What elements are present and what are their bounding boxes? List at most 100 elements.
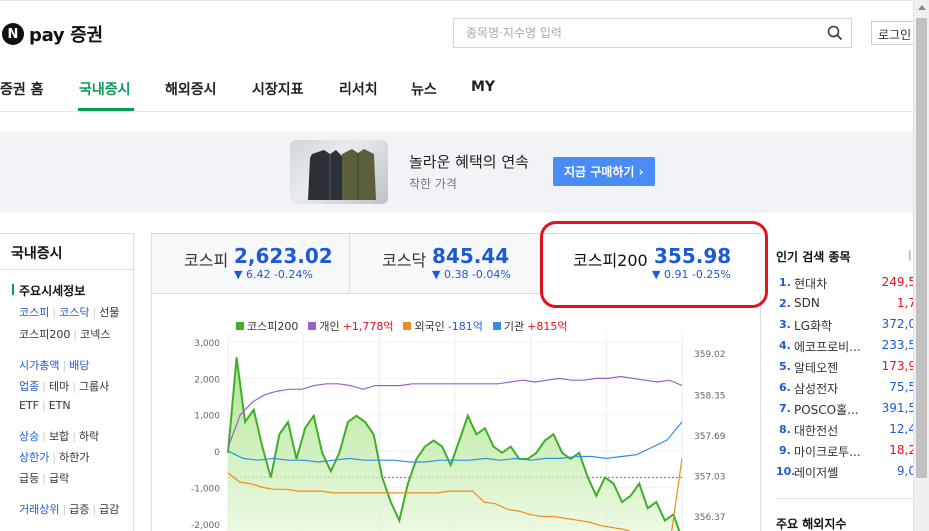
sidebar-link-row: 급등 | 급락 (19, 470, 69, 486)
index-value: 2,623.02 (234, 244, 333, 268)
legend-swatch (236, 322, 244, 330)
sidebar-link[interactable]: 급감 (99, 503, 119, 516)
search-icon[interactable] (827, 25, 843, 41)
tab-my[interactable]: MY (471, 79, 495, 95)
stock-name[interactable]: 삼성전자 (794, 380, 872, 397)
tab-overseas[interactable]: 해외증시 (165, 79, 217, 99)
stock-price: 173,9 (881, 359, 916, 373)
banner-product-image (290, 140, 388, 204)
stock-price: 9,0 (896, 464, 916, 478)
brand-name: pay 증권 (29, 25, 103, 46)
right-tick-label: 359.02 (694, 350, 726, 360)
sidebar-link[interactable]: 그룹사 (79, 380, 109, 393)
separator: | (52, 451, 57, 464)
legend-swatch (403, 322, 412, 330)
popular-stock-row[interactable]: 4. 에코프로비... 233,5 (776, 337, 916, 357)
tab-domestic[interactable]: 국내증시 (79, 79, 131, 99)
sidebar-link[interactable]: 테마 (49, 380, 69, 393)
sidebar-link[interactable]: 코스피 (19, 306, 49, 319)
legend-swatch (308, 322, 317, 330)
sidebar-link[interactable]: 상한가 (19, 451, 49, 464)
scroll-thumb[interactable] (916, 18, 927, 478)
search-box (453, 18, 852, 48)
sidebar-link[interactable]: 거래상위 (19, 503, 59, 516)
separator: | (52, 306, 57, 319)
scroll-up-icon[interactable] (918, 5, 926, 10)
tab-stock-home[interactable]: 증권 홈 (0, 79, 44, 99)
scrollbar[interactable] (913, 0, 929, 531)
index-name: 코스닥 (382, 251, 427, 270)
separator: | (72, 380, 76, 393)
sidebar-link-row: 거래상위 | 급증 | 급감 (19, 501, 119, 517)
divider (776, 498, 916, 499)
sidebar-link[interactable]: 코넥스 (80, 328, 110, 341)
stock-name[interactable]: LG화학 (794, 317, 872, 334)
search-input[interactable] (454, 19, 814, 47)
stock-name[interactable]: POSCO홀... (794, 401, 872, 418)
section-marker (12, 284, 14, 295)
buy-now-button[interactable]: 지금 구매하기 › (553, 157, 655, 186)
rank: 8. (779, 423, 791, 436)
rank: 5. (779, 360, 791, 373)
tab-market-indicators[interactable]: 시장지표 (252, 79, 304, 99)
popular-stock-row[interactable]: 8. 대한전선 12,4 (776, 421, 916, 441)
top-header: N pay 증권 로그인 (0, 0, 929, 64)
sidebar-link-row: 상승 | 보합 | 하락 (19, 428, 99, 444)
stock-name[interactable]: 레이저쎌 (794, 464, 872, 481)
popular-stock-row[interactable]: 10. 레이저쎌 9,0 (776, 463, 916, 483)
naver-pay-logo[interactable]: N pay 증권 (2, 21, 103, 47)
index-tab-kosdaq[interactable]: 코스닥 845.44 ▼ 0.38 -0.04% (350, 234, 541, 294)
sidebar-link[interactable]: 보합 (49, 430, 69, 443)
sidebar-link-row: 상한가 | 하한가 (19, 449, 89, 465)
section-head: 주요시세정보 (19, 284, 86, 298)
rank: 3. (779, 318, 791, 331)
sidebar-link[interactable]: 급등 (19, 472, 39, 485)
sidebar-link[interactable]: 코스피200 (19, 328, 70, 341)
left-tick-label: 1,000 (194, 412, 220, 422)
sidebar-link[interactable]: 급락 (49, 472, 69, 485)
separator: | (42, 472, 46, 485)
popular-stock-row[interactable]: 2. SDN 1,7 (776, 295, 916, 315)
sidebar-link[interactable]: 배당 (69, 359, 89, 372)
popular-stock-row[interactable]: 6. 삼성전자 75,5 (776, 379, 916, 399)
rank: 10. (776, 465, 796, 478)
popular-stock-row[interactable]: 5. 알테오젠 173,9 (776, 358, 916, 378)
popular-stock-row[interactable]: 9. 마이크로투... 18,2 (776, 442, 916, 462)
overseas-index-title: 주요 해외지수 (776, 517, 847, 531)
sidebar-link[interactable]: ETN (49, 399, 71, 412)
sidebar-title: 국내증시 (11, 246, 63, 262)
sidebar-link[interactable]: 하한가 (59, 451, 89, 464)
stock-name[interactable]: 마이크로투... (794, 443, 872, 460)
rank: 9. (779, 444, 791, 457)
rank: 6. (779, 381, 791, 394)
left-tick-label: -2,000 (191, 521, 220, 531)
sidebar-link[interactable]: 선물 (99, 306, 119, 319)
stock-name[interactable]: SDN (794, 296, 872, 310)
sidebar-link[interactable]: 하락 (79, 430, 99, 443)
sidebar-link[interactable]: 상승 (19, 430, 39, 443)
popular-more-mark[interactable]: | (908, 248, 912, 261)
sidebar-link[interactable]: 코스닥 (59, 306, 89, 319)
ad-banner[interactable]: 놀라운 혜택의 연속 착한 가격 지금 구매하기 › (0, 131, 929, 213)
separator: | (92, 503, 97, 516)
separator: | (42, 399, 46, 412)
separator: | (62, 359, 67, 372)
index-tab-kospi[interactable]: 코스피 2,623.02 ▼ 6.42 -0.24% (152, 234, 350, 294)
popular-stock-row[interactable]: 7. POSCO홀... 391,5 (776, 400, 916, 420)
stock-name[interactable]: 대한전선 (794, 422, 872, 439)
stock-name[interactable]: 에코프로비... (794, 338, 872, 355)
popular-stock-row[interactable]: 3. LG화학 372,0 (776, 316, 916, 336)
popular-stock-row[interactable]: 1. 현대차 249,5 (776, 274, 916, 294)
tab-research[interactable]: 리서치 (339, 79, 378, 99)
stock-name[interactable]: 알테오젠 (794, 359, 872, 376)
sidebar-link[interactable]: 업종 (19, 380, 39, 393)
tab-news[interactable]: 뉴스 (411, 79, 437, 99)
sidebar-link[interactable]: 시가총액 (19, 359, 59, 372)
sidebar-link-row: 코스피200 | 코넥스 (19, 326, 110, 342)
stock-name[interactable]: 현대차 (794, 275, 872, 292)
sidebar-link-row: 코스피 | 코스닥 | 선물 (19, 304, 119, 320)
sidebar-link-row: ETF | ETN (19, 399, 71, 412)
sidebar-link[interactable]: ETF (19, 399, 39, 412)
sidebar-link[interactable]: 급증 (69, 503, 89, 516)
stock-price: 372,0 (881, 317, 916, 331)
